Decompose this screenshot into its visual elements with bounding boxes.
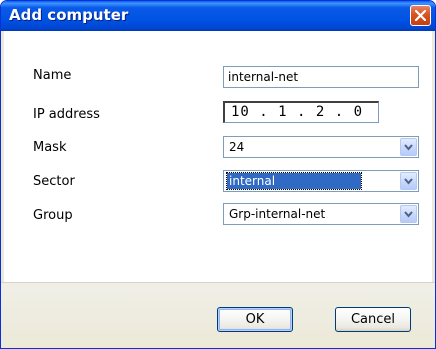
mask-dropdown-button[interactable]	[400, 138, 417, 156]
mask-select[interactable]: 24	[223, 136, 419, 158]
ip-address-label: IP address	[33, 107, 100, 122]
chevron-down-icon	[404, 178, 413, 185]
close-icon	[415, 10, 426, 21]
mask-value: 24	[229, 140, 245, 154]
sector-select[interactable]: internal	[223, 170, 419, 192]
cancel-button[interactable]: Cancel	[335, 307, 411, 332]
ok-button[interactable]: OK	[217, 307, 293, 332]
mask-label: Mask	[33, 140, 67, 155]
sector-value: internal	[226, 172, 362, 190]
group-dropdown-button[interactable]	[400, 205, 417, 223]
title-bar[interactable]: Add computer	[1, 1, 435, 31]
close-button[interactable]	[410, 5, 431, 26]
name-label: Name	[33, 68, 72, 83]
window-title: Add computer	[9, 6, 129, 24]
sector-label: Sector	[33, 174, 75, 189]
chevron-down-icon	[404, 211, 413, 218]
group-value: Grp-internal-net	[229, 207, 326, 221]
add-computer-dialog: Add computer Name internal-net IP addres…	[0, 0, 436, 349]
chevron-down-icon	[404, 144, 413, 151]
group-label: Group	[33, 208, 73, 223]
group-select[interactable]: Grp-internal-net	[223, 203, 419, 225]
ip-address-field[interactable]: 10 . 1 . 2 . 0	[223, 101, 379, 123]
name-field[interactable]: internal-net	[223, 66, 419, 88]
sector-dropdown-button[interactable]	[400, 172, 417, 190]
